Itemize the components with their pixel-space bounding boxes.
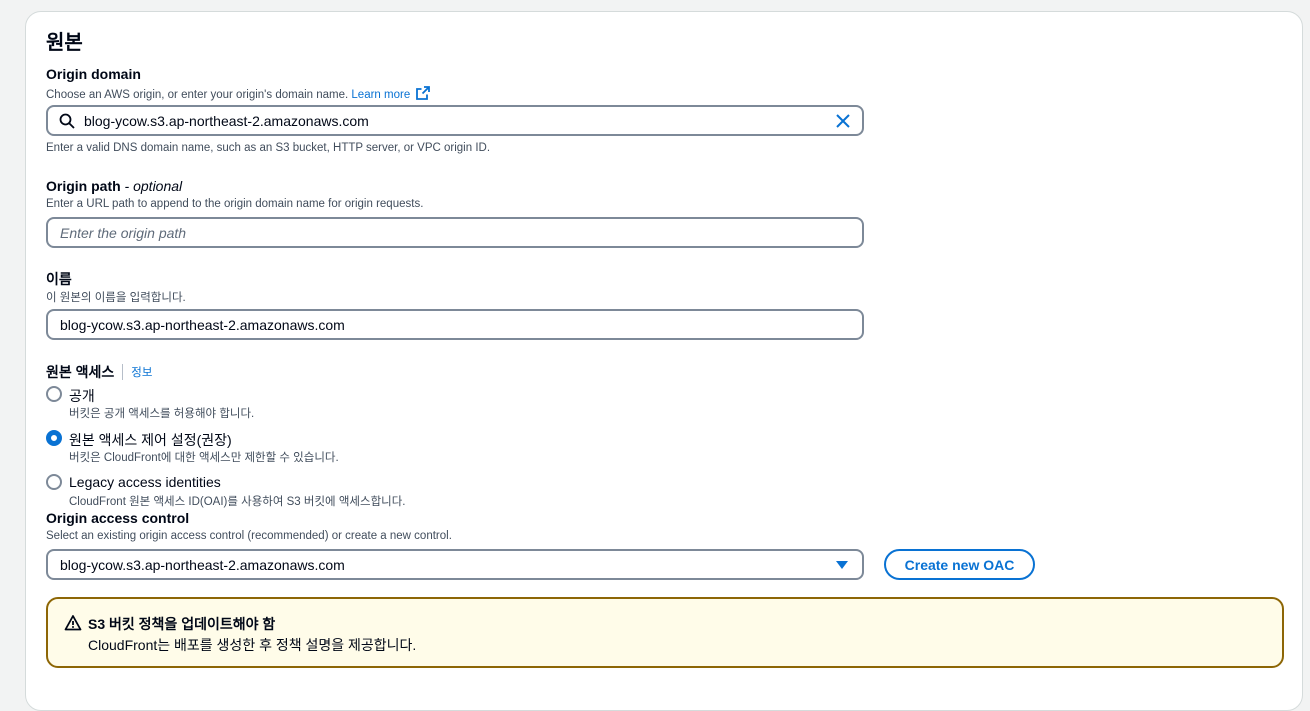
oac-select[interactable]: blog-ycow.s3.ap-northeast-2.amazonaws.co… <box>46 549 864 580</box>
create-new-oac-button[interactable]: Create new OAC <box>884 549 1035 580</box>
search-icon <box>59 113 75 129</box>
radio-oac-label[interactable]: 원본 액세스 제어 설정(권장) <box>69 430 232 450</box>
origin-path-input[interactable]: Enter the origin path <box>46 217 864 248</box>
radio-oac[interactable] <box>46 430 62 446</box>
radio-public[interactable] <box>46 386 62 402</box>
caret-down-icon <box>836 561 848 569</box>
radio-legacy[interactable] <box>46 474 62 490</box>
origin-path-placeholder: Enter the origin path <box>60 224 187 241</box>
radio-legacy-description: CloudFront 원본 액세스 ID(OAI)를 사용하여 S3 버킷에 액… <box>69 496 406 508</box>
radio-public-description: 버킷은 공개 액세스를 허용해야 합니다. <box>69 408 255 420</box>
origin-domain-description: Choose an AWS origin, or enter your orig… <box>46 86 431 101</box>
external-link-icon <box>416 86 431 100</box>
optional-tag: - optional <box>120 178 183 194</box>
name-description: 이 원본의 이름을 입력합니다. <box>46 292 186 304</box>
clear-icon[interactable] <box>834 112 852 130</box>
origin-domain-description-text: Choose an AWS origin, or enter your orig… <box>46 89 349 101</box>
radio-legacy-label[interactable]: Legacy access identities <box>69 474 221 490</box>
origin-path-label-text: Origin path <box>46 178 121 194</box>
warning-alert: S3 버킷 정책을 업데이트해야 함 CloudFront는 배포를 생성한 후… <box>46 597 1284 668</box>
oac-description: Select an existing origin access control… <box>46 530 452 542</box>
radio-public-label[interactable]: 공개 <box>69 386 95 406</box>
origin-domain-value: blog-ycow.s3.ap-northeast-2.amazonaws.co… <box>84 112 369 129</box>
name-label: 이름 <box>46 271 72 287</box>
oac-select-value: blog-ycow.s3.ap-northeast-2.amazonaws.co… <box>60 556 345 573</box>
origin-access-label-text: 원본 액세스 <box>46 364 115 380</box>
learn-more-text: Learn more <box>351 89 411 101</box>
name-value: blog-ycow.s3.ap-northeast-2.amazonaws.co… <box>60 316 345 333</box>
info-divider <box>122 364 124 380</box>
oac-label: Origin access control <box>46 510 190 526</box>
info-link[interactable]: 정보 <box>131 364 152 380</box>
alert-title: S3 버킷 정책을 업데이트해야 함 <box>88 616 276 632</box>
warning-icon <box>64 615 82 631</box>
origin-domain-label: Origin domain <box>46 66 141 82</box>
radio-oac-description: 버킷은 CloudFront에 대한 액세스만 제한할 수 있습니다. <box>69 452 339 464</box>
origin-domain-hint: Enter a valid DNS domain name, such as a… <box>46 142 491 154</box>
origin-domain-input[interactable]: blog-ycow.s3.ap-northeast-2.amazonaws.co… <box>46 105 864 136</box>
origin-access-label: 원본 액세스 정보 <box>46 362 152 382</box>
section-title: 원본 <box>46 32 83 54</box>
alert-body: CloudFront는 배포를 생성한 후 정책 설명을 제공합니다. <box>88 637 417 653</box>
origin-path-description: Enter a URL path to append to the origin… <box>46 198 424 210</box>
learn-more-link[interactable]: Learn more <box>351 86 431 101</box>
name-input[interactable]: blog-ycow.s3.ap-northeast-2.amazonaws.co… <box>46 309 864 340</box>
origin-path-label: Origin path - optional <box>46 178 182 194</box>
